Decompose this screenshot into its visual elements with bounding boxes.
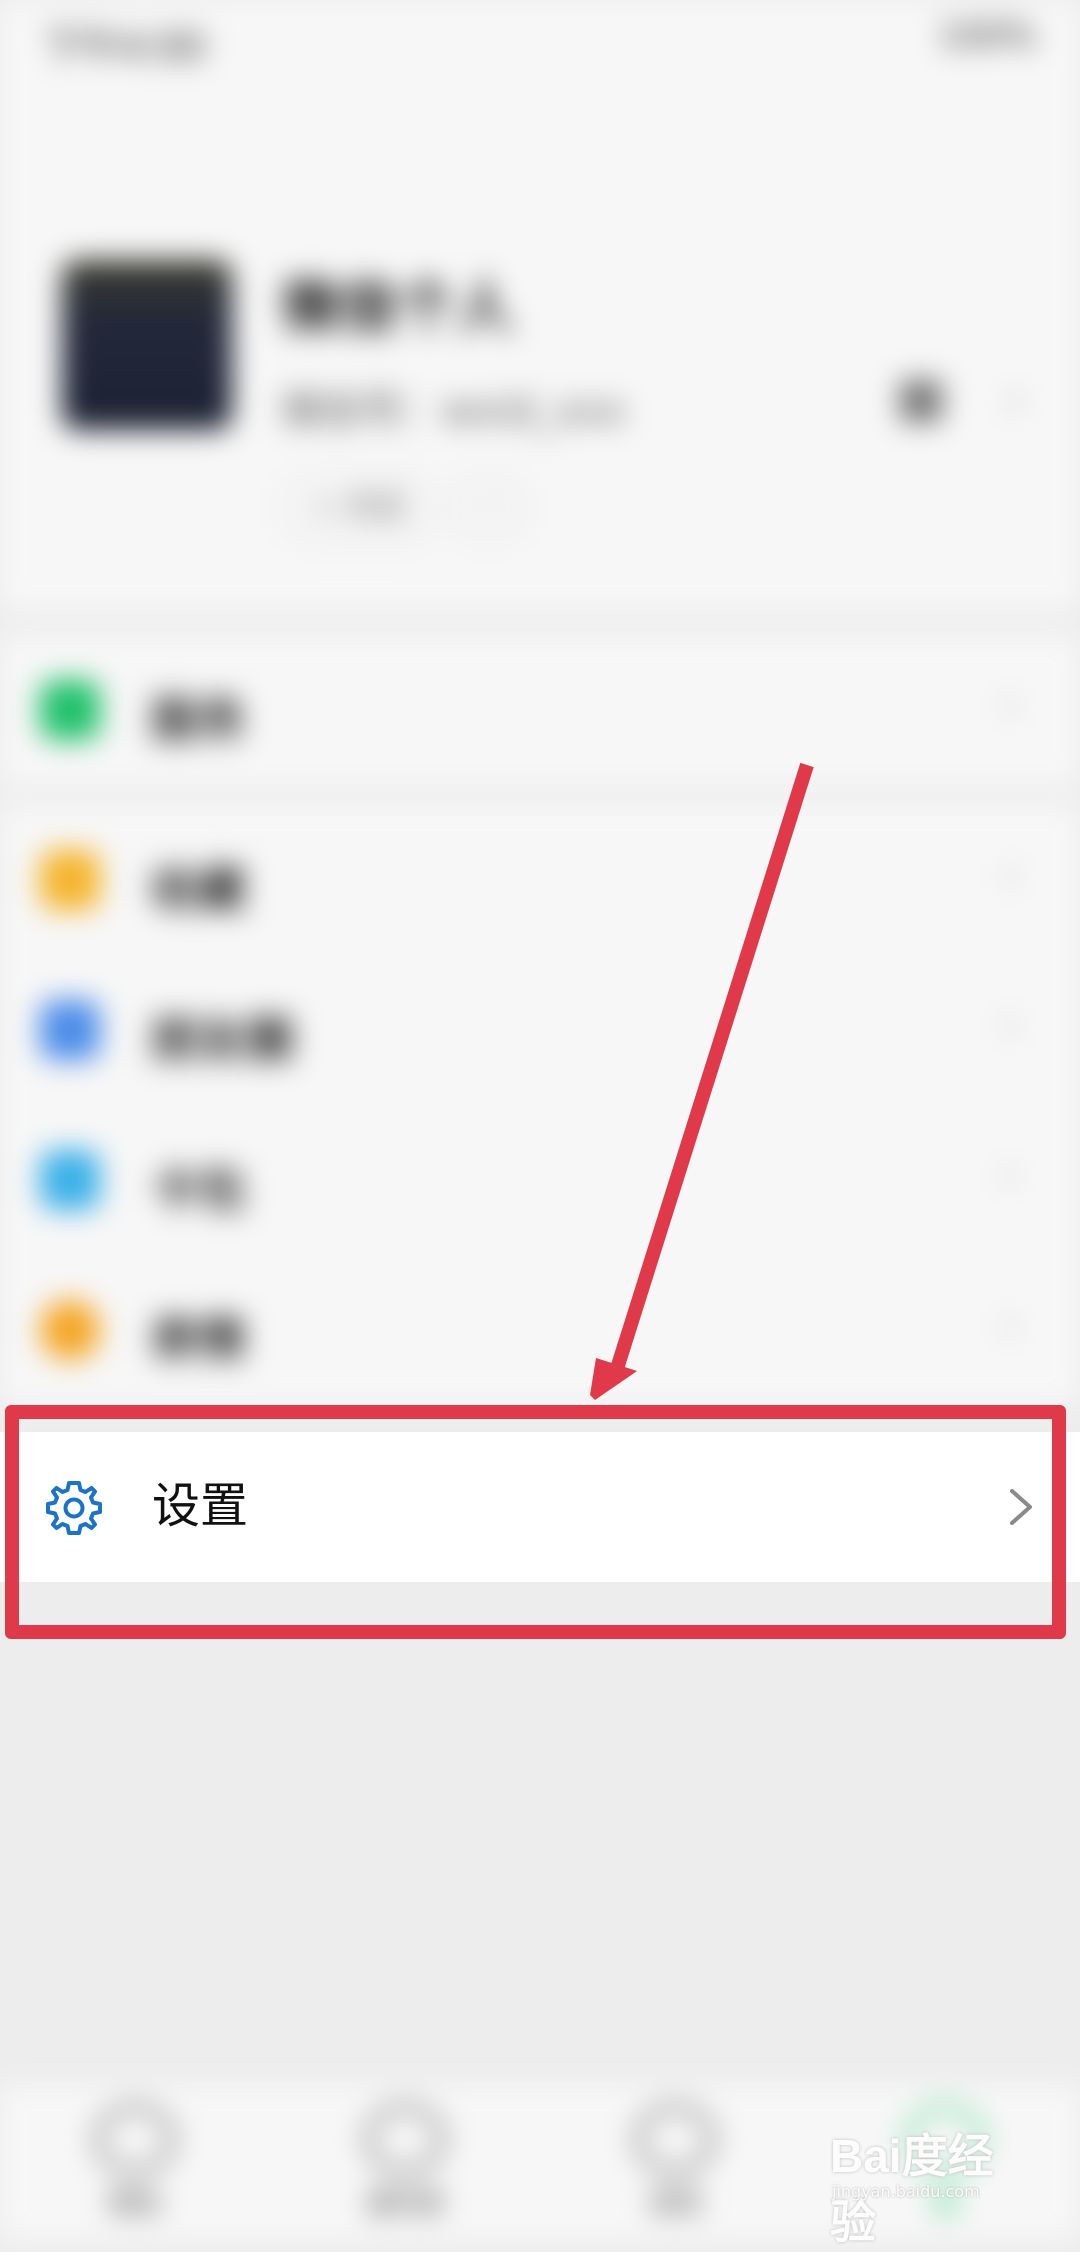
menu-item-label: 服务	[150, 692, 247, 748]
status-button[interactable]: + 状态	[282, 475, 436, 541]
status-bar: 下午4:00 100%	[0, 0, 1080, 80]
chat-icon	[96, 2105, 174, 2173]
chevron-right-icon: ›	[1000, 1295, 1020, 1353]
blurred-background: 下午4:00 100% 微信个人 微信号：wxid_xxx › + 状态 ···…	[0, 0, 1080, 2240]
tab-discover[interactable]: 发现	[605, 2105, 745, 2220]
tab-label: 通讯录	[365, 2189, 444, 2219]
tab-label: 微信	[108, 2189, 161, 2219]
services-icon	[40, 680, 100, 740]
tab-chats[interactable]: 微信	[65, 2105, 205, 2220]
tab-contacts[interactable]: 通讯录	[335, 2105, 475, 2220]
menu-item-cards[interactable]: 卡包 ›	[0, 1105, 1080, 1255]
discover-icon	[636, 2105, 714, 2173]
chevron-right-icon: ›	[1000, 995, 1020, 1053]
favorites-icon	[40, 850, 100, 910]
highlight-box	[5, 1405, 1066, 1639]
menu-group-main: 收藏 › 朋友圈 › 卡包 › 表情 ›	[0, 805, 1080, 1405]
status-battery: 100%	[938, 16, 1036, 56]
status-time: 下午4:00	[44, 25, 206, 69]
moments-icon	[40, 1000, 100, 1060]
menu-item-label: 卡包	[150, 1162, 247, 1218]
menu-item-label: 表情	[150, 1312, 247, 1368]
profile-header[interactable]: 微信个人 微信号：wxid_xxx › + 状态 ···	[0, 80, 1080, 610]
menu-item-services[interactable]: 服务 ›	[0, 635, 1080, 785]
menu-item-label: 收藏	[150, 862, 247, 918]
tab-label: 发现	[648, 2189, 701, 2219]
menu-item-label: 朋友圈	[150, 1012, 295, 1068]
chevron-right-icon: ›	[1000, 675, 1020, 733]
menu-item-favorites[interactable]: 收藏 ›	[0, 805, 1080, 955]
chevron-right-icon: ›	[1005, 370, 1025, 428]
menu-item-moments[interactable]: 朋友圈 ›	[0, 955, 1080, 1105]
chevron-right-icon: ›	[1000, 845, 1020, 903]
menu-group-services: 服务 ›	[0, 635, 1080, 785]
menu-item-stickers[interactable]: 表情 ›	[0, 1255, 1080, 1405]
contacts-icon	[366, 2105, 444, 2173]
avatar[interactable]	[62, 260, 232, 430]
chevron-right-icon: ›	[1000, 1145, 1020, 1203]
profile-wechat-id: 微信号：wxid_xxx	[282, 388, 626, 434]
baidu-watermark: Bai度经验 jingyan.baidu.com	[822, 2114, 1032, 2248]
more-status-button[interactable]: ···	[452, 475, 526, 541]
profile-nickname: 微信个人	[282, 273, 515, 341]
qr-code-icon[interactable]	[900, 380, 942, 422]
watermark-url: jingyan.baidu.com	[832, 2182, 980, 2201]
stickers-icon	[40, 1300, 100, 1360]
cards-icon	[40, 1150, 100, 1210]
